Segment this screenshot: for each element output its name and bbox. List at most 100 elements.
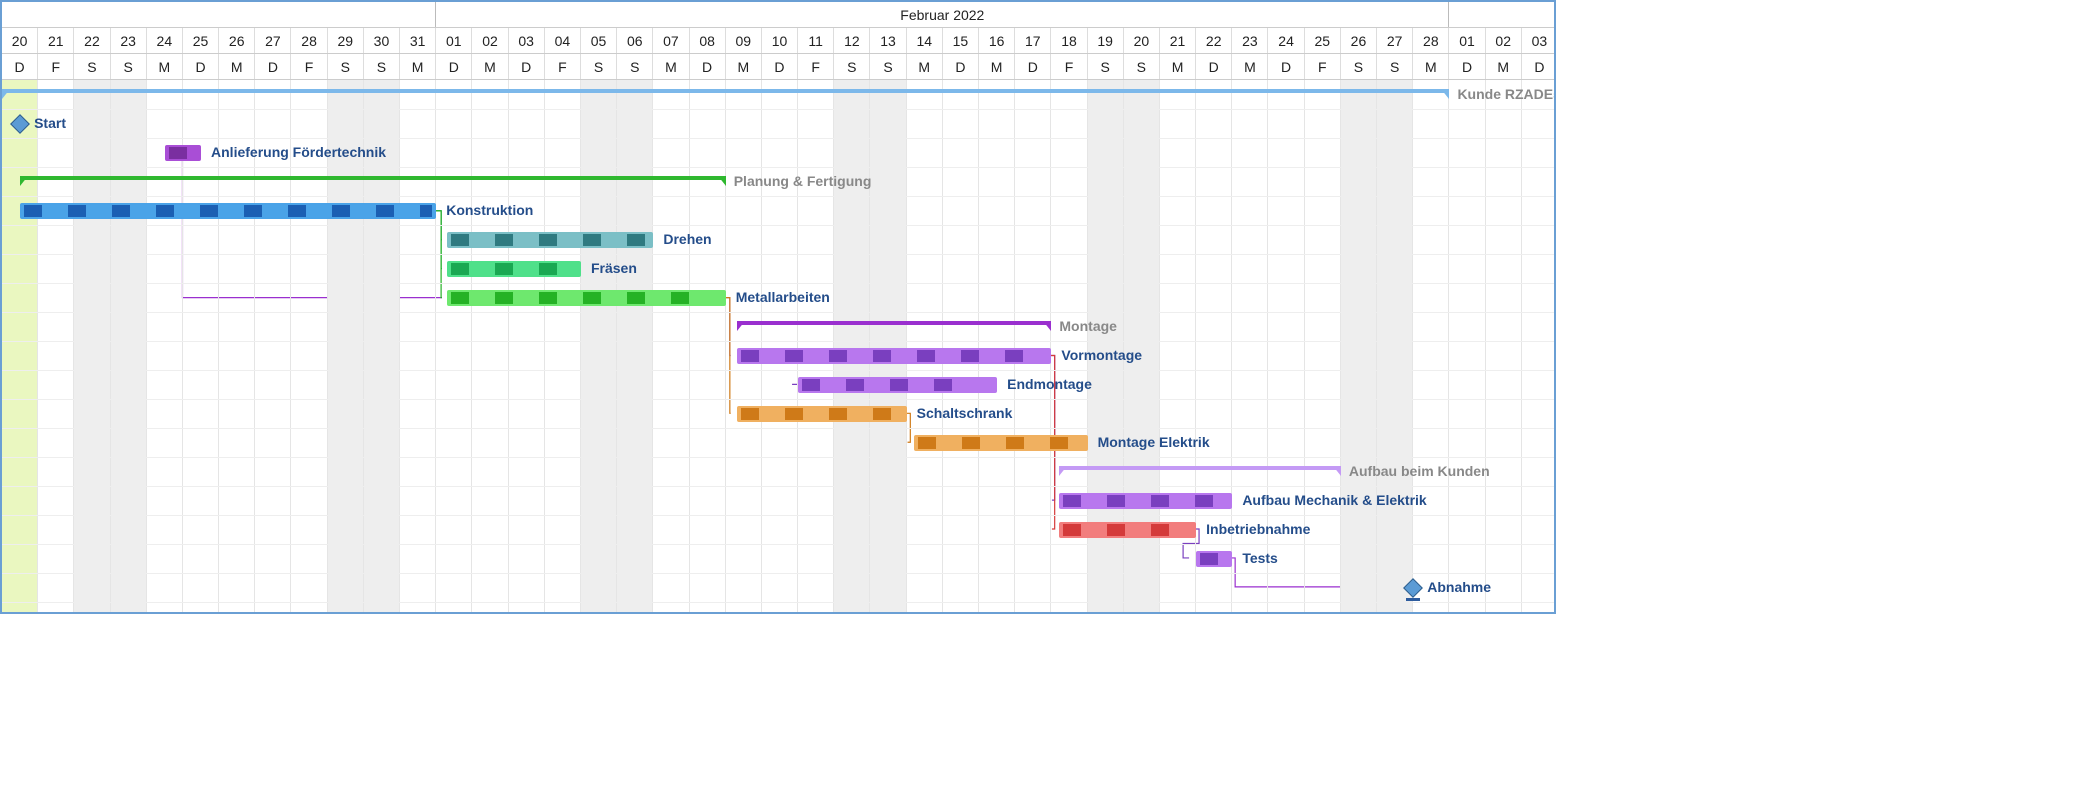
weekday-cell: S [1341, 54, 1377, 79]
bar-label: Schaltschrank [917, 405, 1013, 421]
grid-column [726, 80, 762, 612]
weekday-cell: S [328, 54, 364, 79]
grid-column [1413, 80, 1449, 612]
weekday-cell: S [870, 54, 906, 79]
weekday-cell: M [726, 54, 762, 79]
bar-label: Vormontage [1061, 347, 1142, 363]
bar-label: Fräsen [591, 260, 637, 276]
weekday-cell: S [1124, 54, 1160, 79]
weekday-cell: F [545, 54, 581, 79]
grid-column [364, 80, 400, 612]
grid-column [291, 80, 327, 612]
day-cell: 23 [1232, 28, 1268, 53]
day-cell: 26 [1341, 28, 1377, 53]
bar-label: Abnahme [1427, 579, 1491, 595]
weekday-cell: S [364, 54, 400, 79]
weekday-cell: D [1449, 54, 1485, 79]
task-bar[interactable] [1059, 522, 1197, 538]
day-cell: 20 [2, 28, 38, 53]
day-cell: 14 [907, 28, 943, 53]
bar-label: Planung & Fertigung [734, 173, 872, 189]
day-cell: 05 [581, 28, 617, 53]
grid-column [943, 80, 979, 612]
timescale-weekday-row: DFSSMDMDFSSMDMDFSSMDMDFSSMDMDFSSMDMDFSSM… [2, 54, 1554, 80]
day-cell: 15 [943, 28, 979, 53]
summary-bar[interactable] [737, 321, 1052, 329]
weekday-cell: M [400, 54, 436, 79]
bar-label: Drehen [663, 231, 711, 247]
weekday-cell: D [1522, 54, 1556, 79]
weekday-cell: M [653, 54, 689, 79]
weekday-cell: S [1377, 54, 1413, 79]
weekday-cell: D [943, 54, 979, 79]
grid-column [38, 80, 74, 612]
weekday-cell: D [2, 54, 38, 79]
bar-label: Metallarbeiten [736, 289, 830, 305]
weekday-cell: F [291, 54, 327, 79]
bar-label: Aufbau beim Kunden [1349, 463, 1490, 479]
weekday-cell: M [1232, 54, 1268, 79]
grid-column [617, 80, 653, 612]
weekday-cell: S [74, 54, 110, 79]
day-cell: 18 [1051, 28, 1087, 53]
bar-label: Anlieferung Fördertechnik [211, 144, 386, 160]
grid-column [653, 80, 689, 612]
weekday-cell: D [762, 54, 798, 79]
task-bar[interactable] [737, 406, 907, 422]
weekday-cell: M [979, 54, 1015, 79]
weekday-cell: D [1015, 54, 1051, 79]
day-cell: 10 [762, 28, 798, 53]
task-bar[interactable] [20, 203, 436, 219]
month-cell [2, 2, 436, 27]
task-bar[interactable] [1059, 493, 1233, 509]
weekday-cell: S [617, 54, 653, 79]
grid-column [798, 80, 834, 612]
grid-column [1377, 80, 1413, 612]
weekday-cell: M [472, 54, 508, 79]
weekday-cell: D [183, 54, 219, 79]
grid-column [690, 80, 726, 612]
weekday-cell: S [1088, 54, 1124, 79]
month-cell [1449, 2, 1556, 27]
weekday-cell: D [690, 54, 726, 79]
task-bar[interactable] [1196, 551, 1232, 567]
grid-column [400, 80, 436, 612]
weekday-cell: F [1051, 54, 1087, 79]
task-bar[interactable] [165, 145, 201, 161]
day-cell: 04 [545, 28, 581, 53]
day-cell: 29 [328, 28, 364, 53]
task-bar[interactable] [447, 290, 726, 306]
day-cell: 20 [1124, 28, 1160, 53]
bar-label: Montage [1059, 318, 1117, 334]
day-cell: 22 [1196, 28, 1232, 53]
day-cell: 25 [1305, 28, 1341, 53]
bar-label: Endmontage [1007, 376, 1092, 392]
weekday-cell: F [1305, 54, 1341, 79]
day-cell: 30 [364, 28, 400, 53]
day-cell: 23 [111, 28, 147, 53]
day-cell: 07 [653, 28, 689, 53]
day-cell: 24 [147, 28, 183, 53]
weekday-cell: M [219, 54, 255, 79]
day-cell: 17 [1015, 28, 1051, 53]
grid-column [979, 80, 1015, 612]
summary-bar[interactable] [20, 176, 726, 184]
timescale-day-row: 2021222324252627282930310102030405060708… [2, 28, 1554, 54]
grid-column [328, 80, 364, 612]
bar-label: Inbetriebnahme [1206, 521, 1310, 537]
task-bar[interactable] [737, 348, 1052, 364]
weekday-cell: M [147, 54, 183, 79]
grid-column [255, 80, 291, 612]
summary-bar[interactable] [1059, 466, 1341, 474]
grid-column [111, 80, 147, 612]
day-cell: 31 [400, 28, 436, 53]
task-bar[interactable] [798, 377, 997, 393]
task-bar[interactable] [447, 261, 581, 277]
grid-column [1341, 80, 1377, 612]
task-bar[interactable] [447, 232, 653, 248]
task-bar[interactable] [914, 435, 1088, 451]
summary-bar[interactable] [2, 89, 1449, 97]
weekday-cell: D [436, 54, 472, 79]
gantt-body: Kunde RZADE541StartAnlieferung Fördertec… [2, 80, 1554, 612]
weekday-cell: D [509, 54, 545, 79]
